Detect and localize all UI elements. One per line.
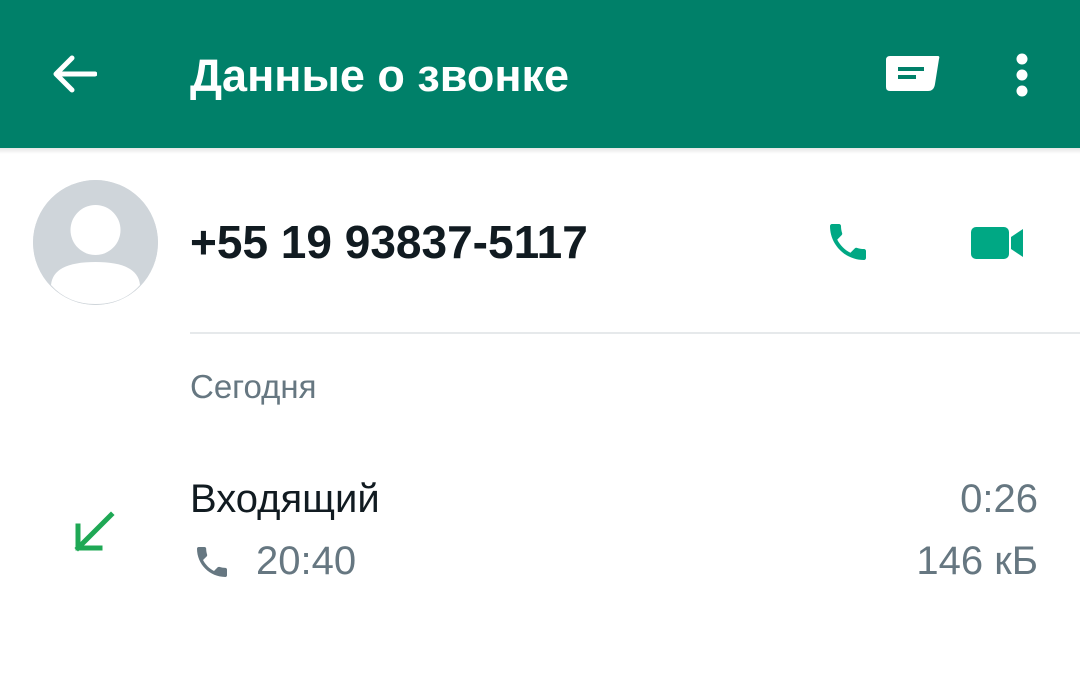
videocam-icon [971,227,1023,259]
page-title: Данные о звонке [190,50,570,101]
more-vert-icon [1016,53,1028,97]
incoming-arrow-icon [74,511,115,552]
back-button[interactable] [44,46,104,102]
section-label-today: Сегодня [190,368,317,405]
contact-phone-number: +55 19 93837-5117 [190,216,588,268]
call-time: 20:40 [256,539,357,583]
app-bar: Данные о звонке [0,0,1080,148]
more-options-button[interactable] [998,46,1046,104]
message-icon [886,56,940,91]
voice-call-button[interactable] [816,212,880,272]
video-call-button[interactable] [962,216,1032,270]
call-duration: 0:26 [960,477,1038,521]
phone-icon [197,547,227,577]
call-data-size: 146 кБ [916,539,1038,583]
avatar[interactable] [33,180,158,305]
call-log-item[interactable]: Входящий 20:40 0:26 146 кБ [0,460,1080,600]
app-bar-shadow [0,148,1080,154]
arrow-left-icon [53,55,97,93]
phone-icon [830,224,866,260]
call-type-label: Входящий [190,477,380,521]
default-avatar-icon [33,180,158,305]
divider [190,332,1080,334]
message-button[interactable] [878,48,946,100]
